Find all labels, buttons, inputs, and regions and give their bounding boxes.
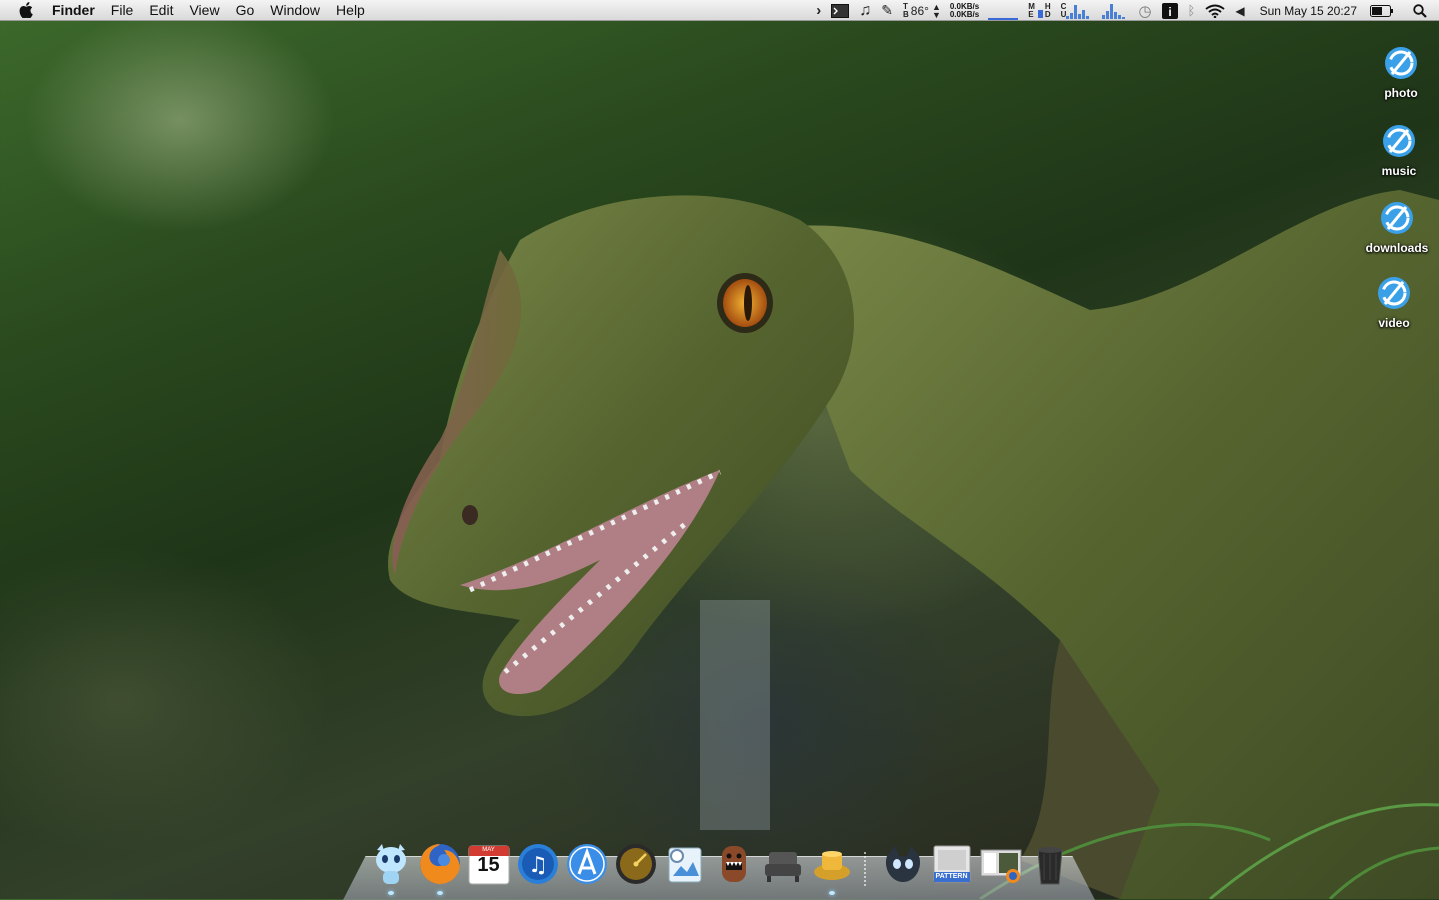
firefox-icon xyxy=(419,844,460,884)
volume-icon[interactable]: ◀ xyxy=(1235,4,1244,18)
running-indicator xyxy=(436,891,443,895)
terminal-icon[interactable] xyxy=(831,3,850,18)
dock-item-itunes[interactable]: ♫ xyxy=(516,842,560,886)
svg-text:i: i xyxy=(1168,5,1171,19)
info-icon[interactable]: i xyxy=(1161,2,1178,19)
dashboard-icon xyxy=(615,844,656,884)
menu-window[interactable]: Window xyxy=(262,0,328,21)
menu-view[interactable]: View xyxy=(181,0,227,21)
chair-icon xyxy=(764,852,801,882)
drive-icon xyxy=(1385,47,1417,79)
activity-graph-icon[interactable] xyxy=(1102,3,1128,19)
drive-icon xyxy=(1383,125,1415,157)
dock-separator xyxy=(864,852,870,886)
wallpaper-dinosaur xyxy=(388,190,1439,899)
time-machine-icon[interactable]: ◷ xyxy=(1138,2,1151,20)
app-menu-finder[interactable]: Finder xyxy=(44,0,103,21)
dock-item-trash[interactable] xyxy=(1028,842,1072,886)
app-store-icon xyxy=(566,844,607,884)
bluetooth-icon[interactable]: ᛒ xyxy=(1188,3,1196,18)
trash-icon xyxy=(1036,847,1063,885)
menu-file[interactable]: File xyxy=(103,0,142,21)
running-indicator xyxy=(387,891,394,895)
desktop-icon-label: video xyxy=(1378,316,1410,330)
chevron-right-icon[interactable]: › xyxy=(816,2,821,19)
dock-item-domo[interactable] xyxy=(712,842,756,886)
svg-text:♫: ♫ xyxy=(528,853,548,878)
dock-item-ical[interactable]: MAY 15 xyxy=(467,842,511,886)
dock-item-preview[interactable] xyxy=(663,842,707,886)
menu-go[interactable]: Go xyxy=(228,0,263,21)
calendar-month: MAY xyxy=(482,847,495,853)
dock: MAY 15 ♫ PATTERN xyxy=(366,836,1074,895)
finder-icon xyxy=(375,844,406,884)
battery-icon[interactable] xyxy=(1370,4,1394,17)
spotlight-search-icon[interactable] xyxy=(1413,3,1427,18)
dock-item-desktop-images[interactable] xyxy=(979,842,1023,886)
drive-icon xyxy=(1381,202,1413,234)
desktop-images-icon xyxy=(980,849,1021,883)
status-menus: › ♫ ✎ TB 86° ▲ ▼ 0.0KB/s 0.0KB/s ME HD CU… xyxy=(811,0,1439,21)
dock-item-firefox[interactable] xyxy=(418,842,462,895)
desktop-icon-video[interactable]: video xyxy=(1354,274,1434,330)
updown-arrows-icon: ▲ ▼ xyxy=(931,1,941,20)
menu-edit[interactable]: Edit xyxy=(141,0,181,21)
calendar-day: 15 xyxy=(477,854,500,876)
temperature-value: 86° xyxy=(910,3,929,18)
desktop-icon-photo[interactable]: photo xyxy=(1361,44,1439,100)
network-meter-icon[interactable] xyxy=(988,2,1019,20)
cpu-graph-icon[interactable]: CU xyxy=(1061,2,1093,19)
pattern-label: PATTERN xyxy=(933,872,970,882)
drive-icon xyxy=(1378,277,1410,309)
menu-help[interactable]: Help xyxy=(328,0,373,21)
net-down-value: 0.0KB/s xyxy=(949,9,980,19)
menubar-clock[interactable]: Sun May 15 20:27 xyxy=(1260,4,1357,18)
preview-icon xyxy=(668,847,701,883)
dock-item-lamp[interactable] xyxy=(810,842,854,895)
dock-item-finder[interactable] xyxy=(369,842,413,895)
running-indicator xyxy=(828,891,835,895)
apple-menu-icon[interactable] xyxy=(18,2,34,18)
dock-item-dashboard[interactable] xyxy=(614,842,658,886)
desktop-icon-label: photo xyxy=(1384,86,1418,100)
desktop-icon-label: music xyxy=(1381,164,1417,178)
dock-item-app-store[interactable] xyxy=(565,842,609,886)
itunes-icon: ♫ xyxy=(517,844,558,884)
network-speed[interactable]: 0.0KB/s 0.0KB/s xyxy=(949,2,980,19)
sensor-icon: TB xyxy=(903,1,909,19)
dock-item-chair[interactable] xyxy=(761,842,805,886)
music-note-icon[interactable]: ♫ xyxy=(859,2,871,20)
domo-icon xyxy=(721,846,746,882)
memory-meter-icon[interactable]: ME HD xyxy=(1028,2,1050,19)
menu-bar: Finder File Edit View Go Window Help › ♫… xyxy=(0,0,1439,21)
creature-icon xyxy=(885,846,920,882)
desktop-icon-downloads[interactable]: downloads xyxy=(1357,199,1437,255)
lamp-icon xyxy=(813,851,850,880)
dock-item-creature[interactable] xyxy=(881,842,925,886)
dock-item-pattern[interactable]: PATTERN xyxy=(930,842,974,886)
desktop-icon-music[interactable]: music xyxy=(1359,122,1439,178)
wifi-icon[interactable] xyxy=(1205,4,1225,18)
pencil-icon[interactable]: ✎ xyxy=(881,2,893,19)
temperature-readout[interactable]: TB 86° ▲ ▼ xyxy=(903,1,941,20)
desktop-icon-label: downloads xyxy=(1365,241,1429,255)
